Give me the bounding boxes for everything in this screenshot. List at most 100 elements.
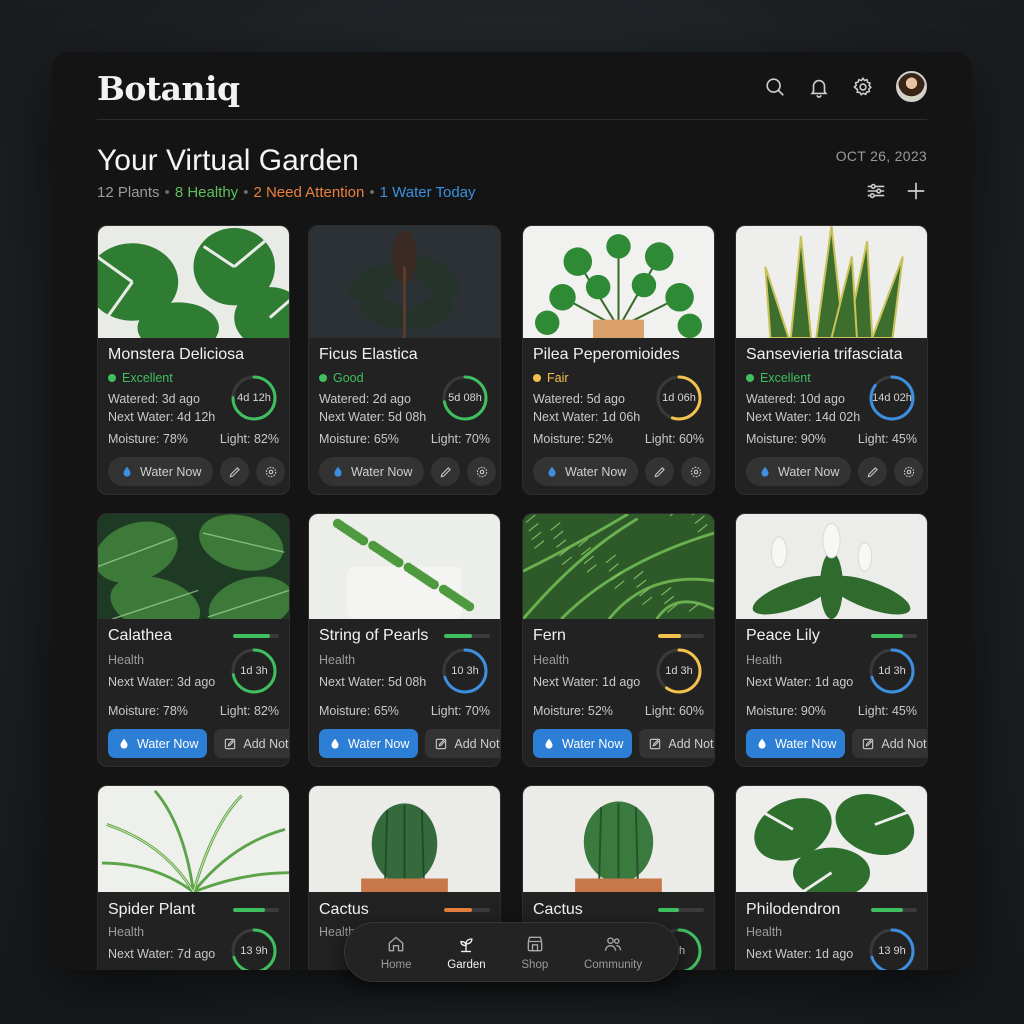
edit-pencil-icon xyxy=(440,466,451,477)
card-actions: Water Now Add Note xyxy=(746,729,927,758)
next-water: Next Water: 5d 08h xyxy=(319,675,427,689)
shop-icon xyxy=(527,936,543,951)
card-actions: Water Now Add Note xyxy=(319,729,500,758)
plant-name: Spider Plant xyxy=(108,901,196,918)
plant-photo xyxy=(736,786,927,892)
plant-card[interactable]: Sansevieria trifasciata Excellent Watere… xyxy=(735,225,928,495)
plant-card[interactable]: Fern Health Next Water: 1d ago 1d 3h Moi… xyxy=(522,513,715,767)
plant-settings-icon xyxy=(265,466,277,477)
health-bar xyxy=(871,634,917,638)
add-plant-icon[interactable] xyxy=(905,180,927,202)
plant-photo xyxy=(523,514,714,619)
add-note-button[interactable]: Add Note xyxy=(852,729,927,758)
water-now-button[interactable]: Water Now xyxy=(108,457,214,486)
water-countdown-ring: 13 9h xyxy=(229,926,279,970)
gear-icon[interactable] xyxy=(852,76,874,98)
plant-card[interactable]: Pilea Peperomioides Fair Watered: 5d ago… xyxy=(522,225,715,495)
water-now-button[interactable]: Water Now xyxy=(746,457,852,486)
plant-card[interactable]: Spider Plant Health Next Water: 7d ago 1… xyxy=(97,785,290,970)
plant-name: Ficus Elastica xyxy=(319,346,418,363)
light-value: Light: 60% xyxy=(644,704,704,718)
health-bar xyxy=(658,634,704,638)
health-bar xyxy=(233,908,279,912)
plant-card[interactable]: Philodendron Health Next Water: 1d ago 1… xyxy=(735,785,928,970)
last-watered: Watered: 5d ago xyxy=(533,392,625,406)
water-countdown-label: 1d 3h xyxy=(878,665,906,677)
next-water: Next Water: 7d ago xyxy=(108,947,216,961)
moisture-value: Moisture: 52% xyxy=(533,432,613,446)
water-countdown-ring: 1d 3h xyxy=(654,646,704,696)
water-now-button[interactable]: Water Now xyxy=(746,729,846,758)
plant-name: Philodendron xyxy=(746,901,841,918)
nav-home[interactable]: Home xyxy=(381,934,412,971)
water-now-button[interactable]: Water Now xyxy=(533,457,639,486)
water-countdown-label: 1d 3h xyxy=(665,665,693,677)
settings-button[interactable] xyxy=(894,457,924,486)
water-now-button[interactable]: Water Now xyxy=(108,729,208,758)
water-countdown-label: 5d 08h xyxy=(448,392,482,404)
plant-photo xyxy=(736,514,927,619)
status-badge: Fair xyxy=(533,371,569,385)
status-badge: Excellent xyxy=(746,371,811,385)
plant-card[interactable]: Monstera Deliciosa Excellent Watered: 3d… xyxy=(97,225,290,495)
edit-pencil-icon xyxy=(654,466,665,477)
plant-photo xyxy=(309,226,500,338)
filter-sliders-icon[interactable] xyxy=(865,180,887,202)
attention-count: 2 Need Attention xyxy=(253,184,365,201)
last-watered: Watered: 10d ago xyxy=(746,392,845,406)
settings-button[interactable] xyxy=(681,457,711,486)
home-icon xyxy=(388,935,404,951)
water-countdown-label: 1d 3h xyxy=(240,665,268,677)
avatar[interactable] xyxy=(896,71,927,102)
plant-photo xyxy=(736,226,927,338)
health-label: Health xyxy=(108,653,145,667)
edit-pencil-icon xyxy=(229,466,240,477)
plant-card[interactable]: Peace Lily Health Next Water: 1d ago 1d … xyxy=(735,513,928,767)
light-value: Light: 45% xyxy=(857,432,917,446)
nav-garden[interactable]: Garden xyxy=(447,934,486,971)
water-drop-icon xyxy=(334,466,342,477)
light-value: Light: 82% xyxy=(219,432,279,446)
nav-shop[interactable]: Shop xyxy=(521,934,548,971)
plant-name: Cactus xyxy=(533,901,583,918)
edit-button[interactable] xyxy=(431,457,461,486)
search-icon[interactable] xyxy=(764,76,786,98)
water-countdown-ring: 13 9h xyxy=(867,926,917,970)
plants-count: 12 Plants xyxy=(97,184,160,201)
water-drop-icon xyxy=(758,738,766,749)
plant-name: Fern xyxy=(533,627,566,644)
status-badge: Good xyxy=(319,371,364,385)
nav-community[interactable]: Community xyxy=(584,934,642,971)
next-water: Next Water: 4d 12h xyxy=(108,410,216,424)
water-now-button[interactable]: Water Now xyxy=(533,729,633,758)
water-countdown-ring: 1d 06h xyxy=(654,373,704,423)
settings-button[interactable] xyxy=(467,457,497,486)
add-note-button[interactable]: Add Note xyxy=(425,729,500,758)
app-window: Botaniq Your Virtual Garden 12 Plants • 8 … xyxy=(52,52,972,970)
edit-button[interactable] xyxy=(645,457,675,486)
healthy-count: 8 Healthy xyxy=(174,184,239,201)
plant-card[interactable]: String of Pearls Health Next Water: 5d 0… xyxy=(308,513,501,767)
plant-card[interactable]: Ficus Elastica Good Watered: 2d ago Next… xyxy=(308,225,501,495)
moisture-value: Moisture: 52% xyxy=(533,704,613,718)
plant-name: Peace Lily xyxy=(746,627,820,644)
light-value: Light: 70% xyxy=(430,432,490,446)
bell-icon[interactable] xyxy=(808,76,830,98)
light-value: Light: 60% xyxy=(644,432,704,446)
add-note-button[interactable]: Add Note xyxy=(639,729,714,758)
status-badge: Excellent xyxy=(108,371,173,385)
water-drop-icon xyxy=(331,738,339,749)
settings-button[interactable] xyxy=(256,457,286,486)
plant-photo xyxy=(523,226,714,338)
edit-button[interactable] xyxy=(858,457,888,486)
plant-settings-icon xyxy=(476,466,488,477)
add-note-button[interactable]: Add Note xyxy=(214,729,289,758)
water-countdown-ring: 5d 08h xyxy=(440,373,490,423)
plant-photo xyxy=(309,514,500,619)
app-logo[interactable]: Botaniq xyxy=(97,69,240,108)
edit-button[interactable] xyxy=(220,457,250,486)
plant-card[interactable]: Calathea Health Next Water: 3d ago 1d 3h… xyxy=(97,513,290,767)
plant-photo xyxy=(98,514,289,619)
water-now-button[interactable]: Water Now xyxy=(319,457,425,486)
water-now-button[interactable]: Water Now xyxy=(319,729,419,758)
